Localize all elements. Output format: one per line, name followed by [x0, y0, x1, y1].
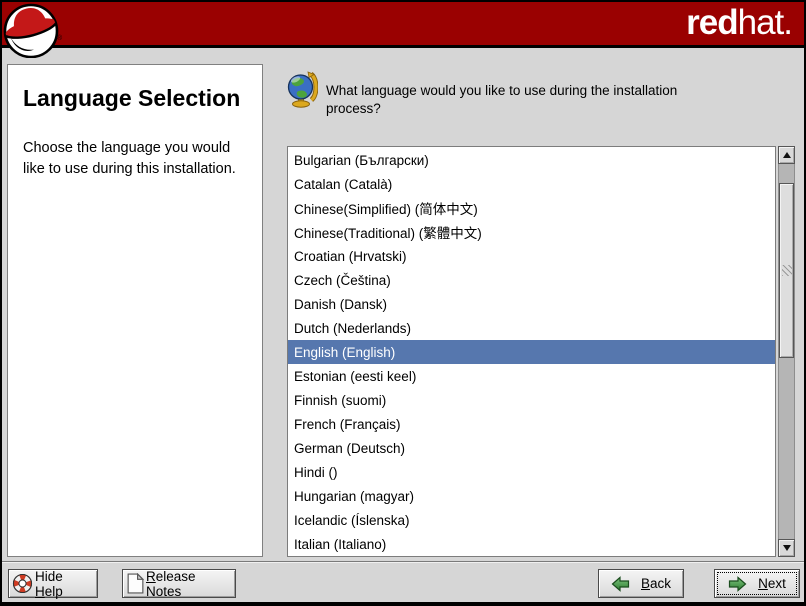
- language-option[interactable]: Hungarian (magyar): [288, 484, 775, 508]
- back-label: Back: [641, 576, 671, 591]
- down-arrow-icon: [783, 545, 791, 551]
- wordmark-red: red: [686, 3, 737, 42]
- hide-help-label: Hide Help: [35, 569, 91, 599]
- release-notes-button[interactable]: Release Notes: [122, 569, 236, 598]
- language-option[interactable]: German (Deutsch): [288, 436, 775, 460]
- wordmark-hat: hat.: [738, 3, 792, 42]
- scrollbar-down-button[interactable]: [778, 539, 795, 557]
- header-bar: [2, 2, 804, 48]
- language-list[interactable]: Bulgarian (Български)Catalan (Català)Chi…: [287, 146, 776, 557]
- language-option[interactable]: Bulgarian (Български): [288, 148, 775, 172]
- arrow-left-icon: [611, 576, 630, 592]
- help-text: Choose the language you would like to us…: [23, 138, 247, 179]
- up-arrow-icon: [783, 152, 791, 158]
- language-option[interactable]: Danish (Dansk): [288, 292, 775, 316]
- lifebuoy-icon: [12, 573, 33, 594]
- registered-trademark: ®: [57, 35, 62, 42]
- language-option[interactable]: Icelandic (Íslenska): [288, 508, 775, 532]
- redhat-wordmark: redhat.: [686, 3, 792, 43]
- language-option[interactable]: French (Français): [288, 412, 775, 436]
- language-option[interactable]: Hindi (): [288, 460, 775, 484]
- question-text: What language would you like to use duri…: [326, 82, 718, 118]
- back-button[interactable]: Back: [598, 569, 684, 598]
- help-panel: Language Selection Choose the language y…: [7, 64, 263, 557]
- scrollbar-trough[interactable]: [778, 164, 795, 539]
- next-label: Next: [758, 576, 786, 591]
- page-title: Language Selection: [23, 85, 247, 112]
- language-option[interactable]: Croatian (Hrvatski): [288, 244, 775, 268]
- language-option[interactable]: Italian (Italiano): [288, 532, 775, 556]
- redhat-shadowman-logo-icon: [3, 2, 59, 58]
- language-option[interactable]: English (English): [288, 340, 775, 364]
- language-option[interactable]: Estonian (eesti keel): [288, 364, 775, 388]
- language-option[interactable]: Finnish (suomi): [288, 388, 775, 412]
- installer-window: ® redhat. Language Selection Choose the …: [0, 0, 806, 606]
- language-option[interactable]: Chinese(Simplified) (简体中文): [288, 196, 775, 220]
- arrow-right-icon: [728, 576, 747, 592]
- document-icon: [127, 573, 144, 594]
- scrollbar-up-button[interactable]: [778, 146, 795, 164]
- scrollbar-thumb[interactable]: [779, 183, 794, 358]
- language-option[interactable]: Dutch (Nederlands): [288, 316, 775, 340]
- thumb-grip: [782, 265, 792, 276]
- bottom-separator: [2, 561, 804, 562]
- language-option[interactable]: Chinese(Traditional) (繁體中文): [288, 220, 775, 244]
- language-option[interactable]: Czech (Čeština): [288, 268, 775, 292]
- next-button[interactable]: Next: [714, 569, 800, 598]
- release-notes-label: Release Notes: [146, 569, 229, 599]
- language-list-scrollbar[interactable]: [778, 146, 795, 557]
- globe-icon: [286, 71, 318, 108]
- hide-help-button[interactable]: Hide Help: [8, 569, 98, 598]
- language-option[interactable]: Catalan (Català): [288, 172, 775, 196]
